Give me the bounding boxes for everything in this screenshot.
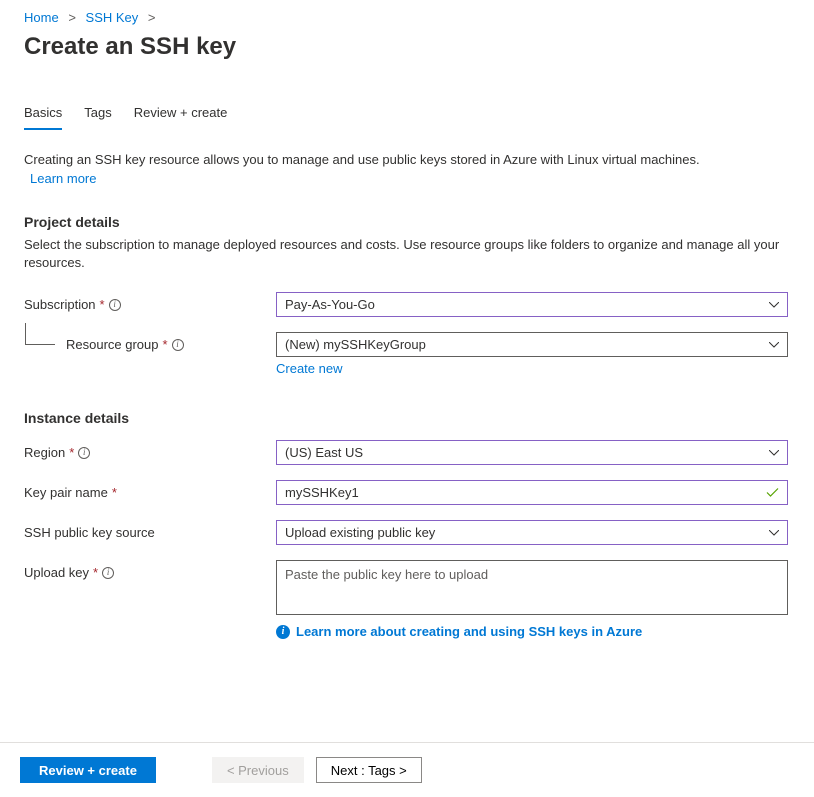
upload-key-textarea[interactable] xyxy=(276,560,788,615)
region-select[interactable]: (US) East US xyxy=(276,440,788,465)
required-indicator: * xyxy=(163,337,168,352)
resource-group-select[interactable]: (New) mySSHKeyGroup xyxy=(276,332,788,357)
required-indicator: * xyxy=(93,565,98,580)
region-label: Region xyxy=(24,445,65,460)
required-indicator: * xyxy=(100,297,105,312)
key-pair-name-label: Key pair name xyxy=(24,485,108,500)
required-indicator: * xyxy=(69,445,74,460)
subscription-value: Pay-As-You-Go xyxy=(285,297,375,312)
page-title: Create an SSH key xyxy=(0,25,814,61)
previous-button: < Previous xyxy=(212,757,304,783)
tab-tags[interactable]: Tags xyxy=(84,105,111,130)
intro-text: Creating an SSH key resource allows you … xyxy=(24,151,788,169)
checkmark-icon xyxy=(766,485,779,500)
breadcrumb-parent[interactable]: SSH Key xyxy=(86,10,139,25)
instance-details-heading: Instance details xyxy=(24,410,788,426)
footer: Review + create < Previous Next : Tags > xyxy=(0,742,814,797)
info-icon[interactable]: i xyxy=(78,447,90,459)
ssh-source-value: Upload existing public key xyxy=(285,525,435,540)
subscription-select[interactable]: Pay-As-You-Go xyxy=(276,292,788,317)
upload-key-label: Upload key xyxy=(24,565,89,580)
breadcrumb: Home > SSH Key > xyxy=(0,0,814,25)
key-pair-name-input[interactable]: mySSHKey1 xyxy=(276,480,788,505)
tree-line-icon xyxy=(25,323,55,345)
resource-group-value: (New) mySSHKeyGroup xyxy=(285,337,426,352)
info-icon[interactable]: i xyxy=(109,299,121,311)
review-create-button[interactable]: Review + create xyxy=(20,757,156,783)
resource-group-label: Resource group xyxy=(66,337,159,352)
ssh-source-label: SSH public key source xyxy=(24,525,155,540)
info-icon[interactable]: i xyxy=(172,339,184,351)
chevron-down-icon xyxy=(769,530,779,536)
project-details-heading: Project details xyxy=(24,214,788,230)
info-icon: i xyxy=(276,625,290,639)
create-new-rg-link[interactable]: Create new xyxy=(276,361,342,376)
required-indicator: * xyxy=(112,485,117,500)
chevron-down-icon xyxy=(769,450,779,456)
subscription-label: Subscription xyxy=(24,297,96,312)
chevron-down-icon xyxy=(769,342,779,348)
chevron-right-icon: > xyxy=(142,10,162,25)
chevron-down-icon xyxy=(769,302,779,308)
tabs: Basics Tags Review + create xyxy=(0,61,814,131)
ssh-learn-more-link[interactable]: Learn more about creating and using SSH … xyxy=(296,624,642,639)
key-pair-name-value: mySSHKey1 xyxy=(285,485,359,500)
intro-text-body: Creating an SSH key resource allows you … xyxy=(24,152,700,167)
learn-more-link[interactable]: Learn more xyxy=(30,171,96,186)
next-button[interactable]: Next : Tags > xyxy=(316,757,422,783)
project-details-desc: Select the subscription to manage deploy… xyxy=(24,236,788,272)
info-icon[interactable]: i xyxy=(102,567,114,579)
tab-review-create[interactable]: Review + create xyxy=(134,105,228,130)
chevron-right-icon: > xyxy=(62,10,82,25)
tab-basics[interactable]: Basics xyxy=(24,105,62,130)
ssh-source-select[interactable]: Upload existing public key xyxy=(276,520,788,545)
region-value: (US) East US xyxy=(285,445,363,460)
breadcrumb-home[interactable]: Home xyxy=(24,10,59,25)
